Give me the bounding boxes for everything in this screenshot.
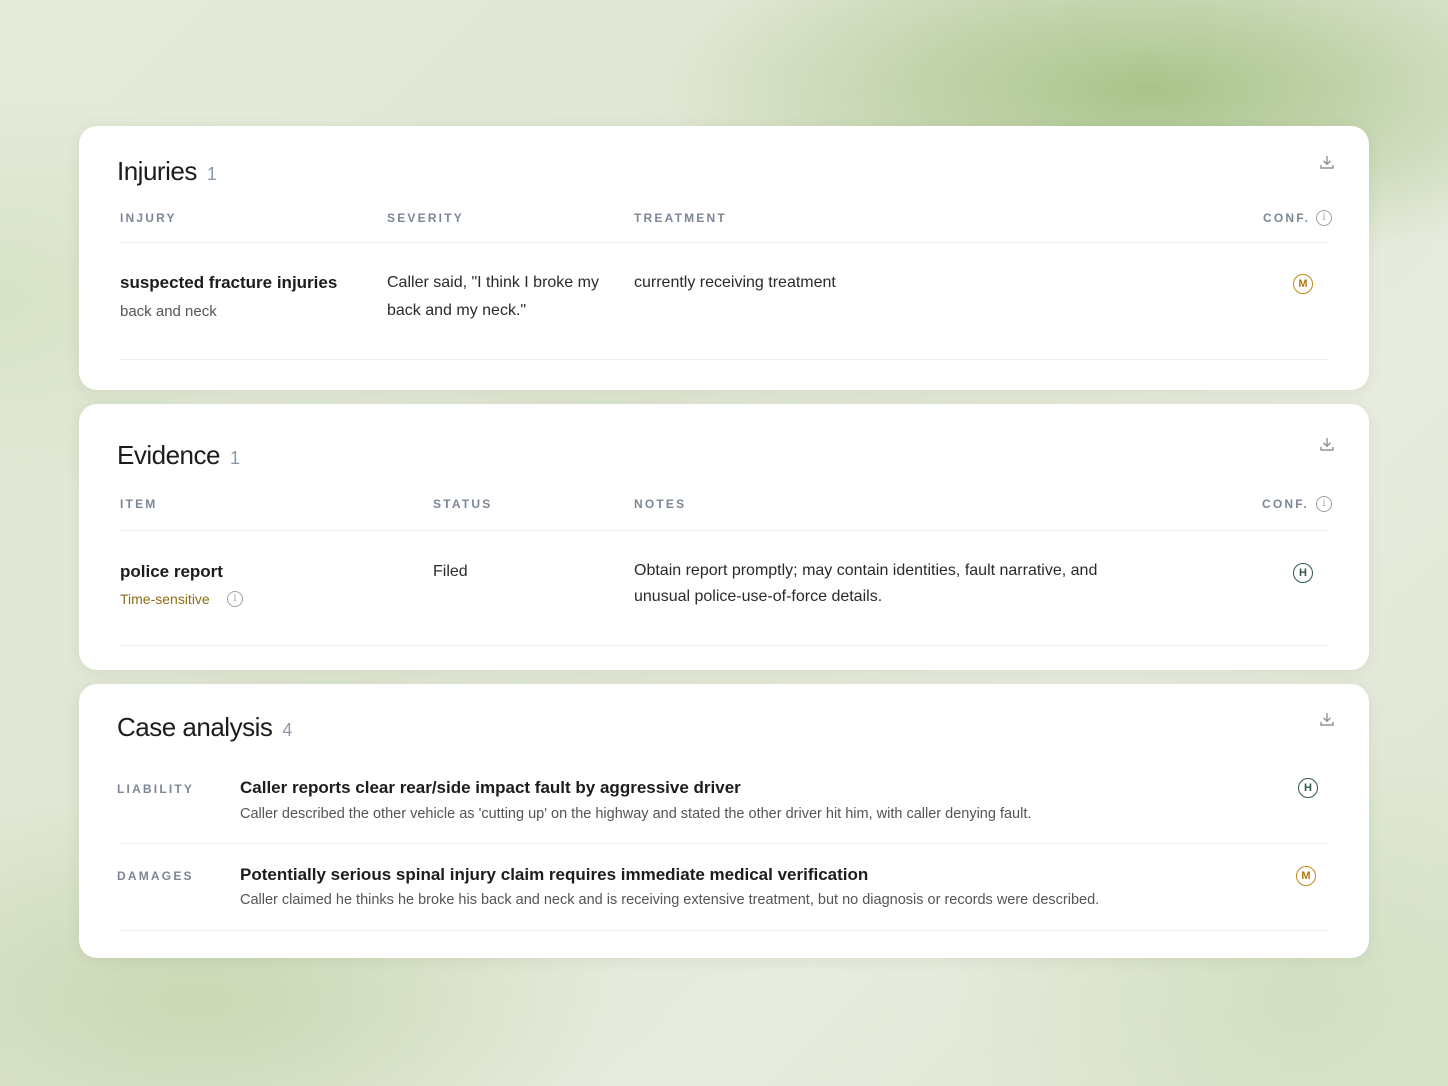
injury-name: suspected fracture injuries — [120, 273, 338, 292]
evidence-item: police report — [120, 562, 223, 581]
header-notes: NOTES — [634, 497, 687, 511]
download-icon[interactable] — [1319, 711, 1335, 727]
row-divider — [119, 930, 1329, 931]
damages-title: Potentially serious spinal injury claim … — [240, 865, 869, 884]
header-divider — [119, 242, 1329, 243]
header-conf: CONF. — [1263, 211, 1310, 225]
evidence-title: Evidence 1 — [117, 440, 240, 470]
confidence-badge: M — [1293, 274, 1313, 294]
confidence-badge: H — [1293, 563, 1313, 583]
injury-treatment: currently receiving treatment — [634, 274, 836, 291]
injury-location: back and neck — [120, 303, 217, 320]
liability-description: Caller described the other vehicle as 'c… — [240, 806, 1032, 822]
confidence-badge: H — [1298, 778, 1318, 798]
info-icon[interactable]: i — [1316, 496, 1332, 512]
row-divider — [119, 359, 1329, 360]
time-sensitive-tag: Time-sensitive — [120, 591, 210, 607]
row-divider — [119, 843, 1329, 844]
download-icon[interactable] — [1319, 436, 1335, 452]
evidence-notes: Obtain report promptly; may contain iden… — [634, 562, 1098, 605]
info-icon[interactable]: i — [1316, 210, 1332, 226]
case-analysis-count: 4 — [282, 720, 292, 740]
header-conf: CONF. — [1262, 497, 1309, 511]
header-treatment: TREATMENT — [634, 211, 727, 225]
header-divider — [119, 530, 1329, 531]
liability-title: Caller reports clear rear/side impact fa… — [240, 778, 741, 797]
download-icon[interactable] — [1319, 154, 1335, 170]
damages-description: Caller claimed he thinks he broke his ba… — [240, 892, 1100, 908]
injuries-title: Injuries 1 — [117, 156, 217, 186]
header-item: ITEM — [120, 497, 158, 511]
liability-label: LIABILITY — [117, 782, 195, 796]
injuries-count: 1 — [206, 164, 217, 184]
info-icon[interactable]: i — [227, 591, 243, 607]
header-injury: INJURY — [120, 211, 177, 225]
header-severity: SEVERITY — [387, 211, 464, 225]
row-divider — [119, 645, 1329, 646]
case-analysis-card: Case analysis 4 LIABILITY Caller reports … — [79, 684, 1369, 958]
confidence-badge: M — [1296, 866, 1316, 886]
injuries-card: Injuries 1 INJURY SEVERITY TREATMENT CONF… — [79, 126, 1369, 390]
header-status: STATUS — [433, 497, 493, 511]
evidence-status: Filed — [433, 563, 468, 580]
evidence-count: 1 — [229, 448, 240, 468]
evidence-card: Evidence 1 ITEM STATUS NOTES CONF. i poli… — [79, 404, 1369, 670]
injury-severity: Caller said, "I think I broke my back an… — [387, 274, 599, 319]
case-analysis-title: Case analysis 4 — [117, 712, 292, 742]
damages-label: DAMAGES — [117, 869, 194, 883]
